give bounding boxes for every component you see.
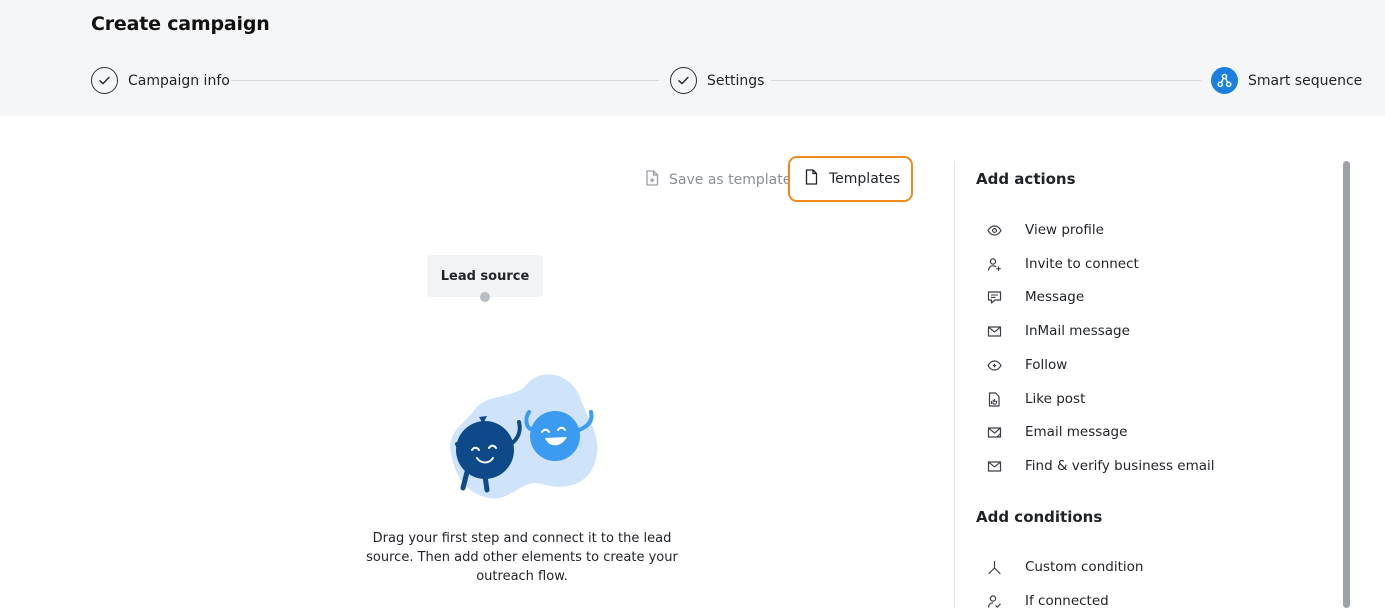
panel-scrollbar[interactable] — [1343, 161, 1350, 608]
user-plus-icon — [986, 256, 1002, 272]
action-view-profile[interactable]: View profile — [986, 219, 1104, 241]
action-label: Email message — [1025, 424, 1128, 440]
action-find-verify-email[interactable]: Find & verify business email — [986, 455, 1215, 477]
follow-icon — [986, 357, 1002, 373]
step-label: Campaign info — [128, 72, 230, 89]
step-campaign-info[interactable]: Campaign info — [91, 67, 230, 94]
lead-source-node[interactable]: Lead source — [427, 255, 543, 297]
save-as-template-button[interactable]: Save as template — [645, 170, 791, 190]
elements-panel: Add actions View profile Invite to conne… — [976, 161, 1336, 609]
condition-label: If connected — [1025, 593, 1109, 609]
page-title: Create campaign — [91, 13, 270, 35]
action-label: InMail message — [1025, 323, 1130, 339]
step-connector — [231, 80, 659, 81]
check-icon — [91, 67, 118, 94]
file-plus-icon — [645, 170, 659, 190]
page-header: Create campaign Campaign info Settings S… — [0, 0, 1385, 116]
lead-source-connector-handle[interactable] — [480, 292, 490, 302]
condition-label: Custom condition — [1025, 559, 1144, 575]
step-label: Settings — [707, 72, 765, 89]
action-label: Like post — [1025, 391, 1086, 407]
email-icon — [986, 424, 1002, 440]
step-settings[interactable]: Settings — [670, 67, 764, 94]
condition-custom[interactable]: Custom condition — [986, 556, 1143, 578]
scrollbar-thumb[interactable] — [1343, 161, 1350, 608]
action-label: Follow — [1025, 357, 1068, 373]
lead-source-label: Lead source — [440, 268, 530, 284]
templates-label: Templates — [829, 171, 901, 187]
find-email-icon — [986, 458, 1002, 474]
step-connector — [771, 80, 1201, 81]
message-icon — [986, 289, 1002, 305]
user-check-icon — [986, 593, 1002, 609]
templates-button[interactable]: Templates — [788, 156, 913, 202]
step-smart-sequence[interactable]: Smart sequence — [1211, 67, 1362, 94]
action-label: Invite to connect — [1025, 256, 1139, 272]
like-post-icon — [986, 391, 1002, 407]
mascots-illustration — [445, 372, 600, 502]
empty-canvas-hint: Drag your first step and connect it to t… — [366, 531, 678, 584]
actions-heading: Add actions — [976, 170, 1076, 188]
action-label: Message — [1025, 289, 1085, 305]
step-label: Smart sequence — [1248, 72, 1363, 89]
conditions-heading: Add conditions — [976, 508, 1103, 526]
panel-divider — [954, 161, 955, 608]
action-invite-to-connect[interactable]: Invite to connect — [986, 253, 1139, 275]
action-email-message[interactable]: Email message — [986, 421, 1127, 443]
sequence-icon — [1211, 67, 1238, 94]
condition-if-connected[interactable]: If connected — [986, 590, 1109, 612]
file-icon — [805, 169, 818, 189]
action-label: View profile — [1025, 222, 1104, 238]
save-as-template-label: Save as template — [669, 172, 792, 188]
eye-icon — [986, 222, 1002, 238]
campaign-stepper: Campaign info Settings Smart sequence — [91, 67, 1362, 94]
action-message[interactable]: Message — [986, 286, 1084, 308]
action-like-post[interactable]: Like post — [986, 388, 1085, 410]
action-inmail-message[interactable]: InMail message — [986, 320, 1130, 342]
check-icon — [670, 67, 697, 94]
action-label: Find & verify business email — [1025, 458, 1215, 474]
branch-icon — [986, 559, 1002, 575]
action-follow[interactable]: Follow — [986, 354, 1067, 376]
inmail-icon — [986, 323, 1002, 339]
